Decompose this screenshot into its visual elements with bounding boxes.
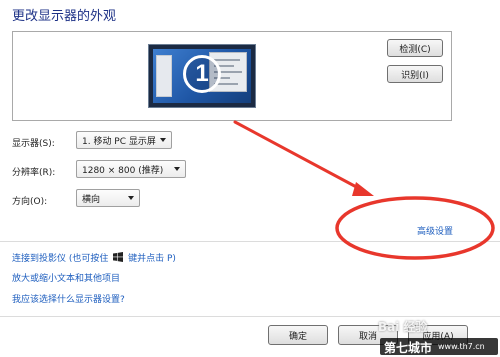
watermark-site: www.th7.cn	[438, 342, 485, 351]
watermark-brand: 第七城市	[384, 341, 433, 355]
annotation-circle	[335, 196, 495, 260]
annotation-overlay	[233, 120, 495, 260]
annotation-arrow-head	[352, 182, 374, 196]
watermark-baidu: Bai 经验	[378, 320, 428, 334]
annotation-arrow-line	[233, 120, 364, 192]
